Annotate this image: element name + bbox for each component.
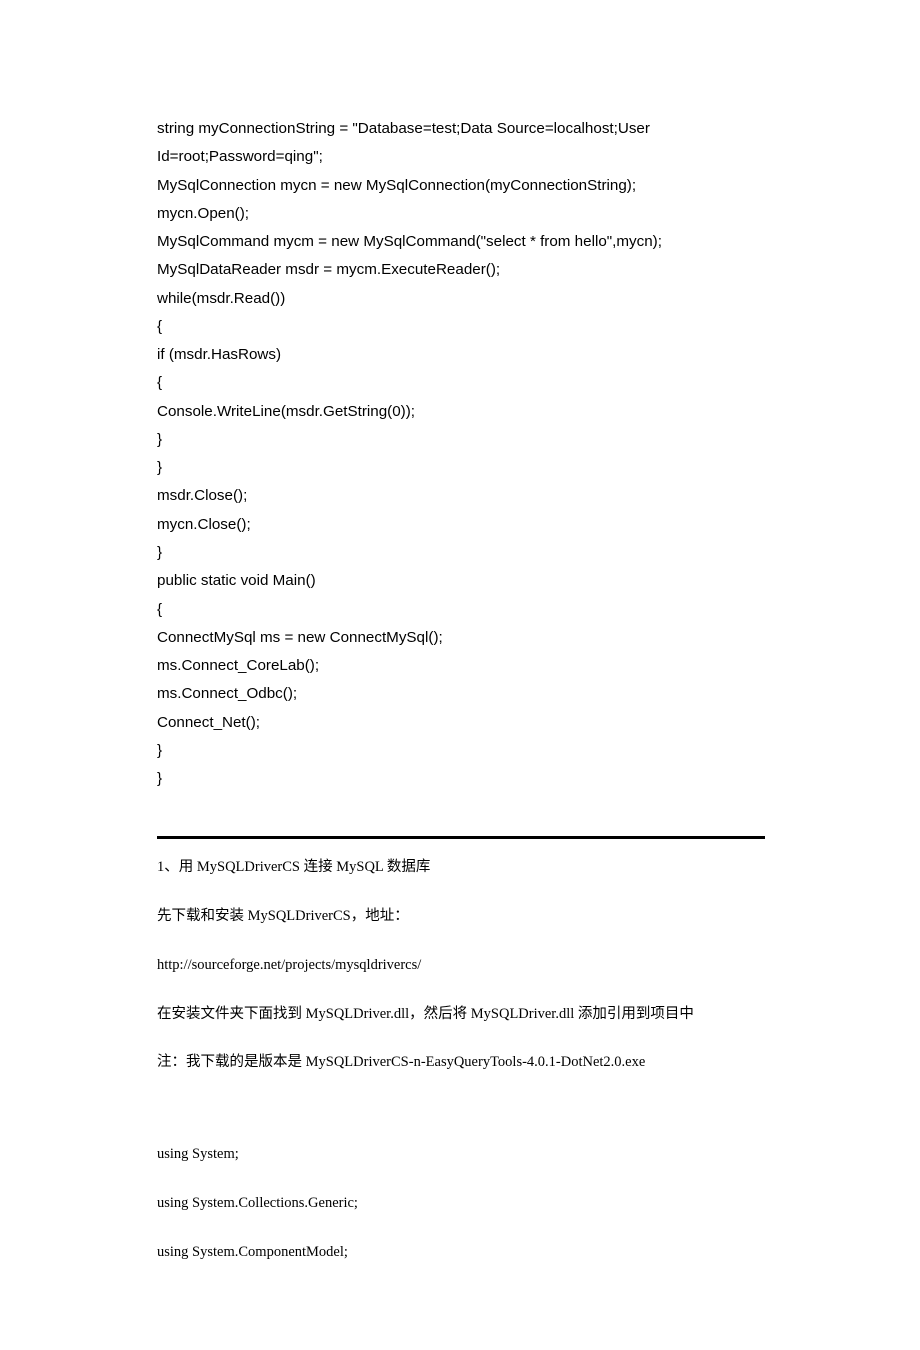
code-line: public static void Main() bbox=[157, 572, 316, 589]
code-line: while(msdr.Read()) bbox=[157, 290, 285, 307]
paragraph: 在安装文件夹下面找到 MySQLDriver.dll，然后将 MySQLDriv… bbox=[157, 1004, 765, 1026]
code-line: msdr.Close(); bbox=[157, 487, 247, 504]
code-line: { bbox=[157, 601, 162, 618]
code-line: MySqlCommand mycm = new MySqlCommand("se… bbox=[157, 233, 662, 250]
paragraph: using System; bbox=[157, 1144, 765, 1166]
code-line: Console.WriteLine(msdr.GetString(0)); bbox=[157, 403, 415, 420]
code-line: { bbox=[157, 374, 162, 391]
code-line: mycn.Open(); bbox=[157, 205, 249, 222]
text-section: 1、用 MySQLDriverCS 连接 MySQL 数据库 先下载和安装 My… bbox=[157, 857, 765, 1263]
document-page: string myConnectionString = "Database=te… bbox=[0, 0, 920, 1350]
code-line: } bbox=[157, 544, 162, 561]
code-line: } bbox=[157, 742, 162, 759]
code-line: } bbox=[157, 459, 162, 476]
code-line: MySqlDataReader msdr = mycm.ExecuteReade… bbox=[157, 261, 500, 278]
section-divider bbox=[157, 836, 765, 839]
paragraph: using System.Collections.Generic; bbox=[157, 1193, 765, 1215]
code-line: } bbox=[157, 431, 162, 448]
paragraph: 先下载和安装 MySQLDriverCS，地址： bbox=[157, 906, 765, 928]
code-line: mycn.Close(); bbox=[157, 516, 251, 533]
paragraph: http://sourceforge.net/projects/mysqldri… bbox=[157, 955, 765, 977]
code-line: } bbox=[157, 770, 162, 787]
code-line: { bbox=[157, 318, 162, 335]
paragraph: 1、用 MySQLDriverCS 连接 MySQL 数据库 bbox=[157, 857, 765, 879]
code-line: Connect_Net(); bbox=[157, 714, 260, 731]
paragraph: using System.ComponentModel; bbox=[157, 1242, 765, 1264]
code-line: string myConnectionString = "Database=te… bbox=[157, 120, 654, 165]
code-line: ms.Connect_CoreLab(); bbox=[157, 657, 319, 674]
code-block: string myConnectionString = "Database=te… bbox=[157, 115, 765, 793]
code-line: ConnectMySql ms = new ConnectMySql(); bbox=[157, 629, 443, 646]
code-line: MySqlConnection mycn = new MySqlConnecti… bbox=[157, 177, 636, 194]
paragraph: 注：我下载的是版本是 MySQLDriverCS-n-EasyQueryTool… bbox=[157, 1052, 765, 1074]
code-line: if (msdr.HasRows) bbox=[157, 346, 281, 363]
code-line: ms.Connect_Odbc(); bbox=[157, 685, 297, 702]
